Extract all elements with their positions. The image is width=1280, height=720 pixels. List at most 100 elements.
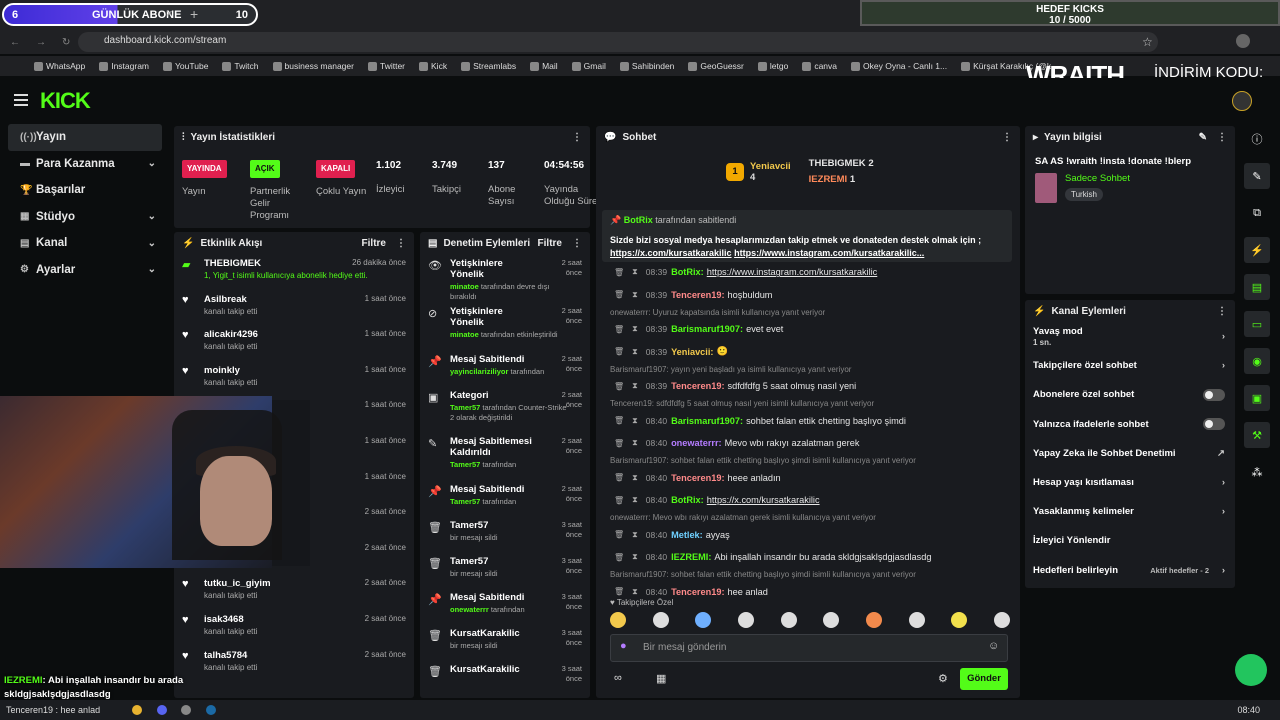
action-item[interactable]: Aktif hedefler - 2 Hedefleri belirleyin › xyxy=(1025,556,1235,585)
chat-username[interactable]: IEZREMI: xyxy=(671,552,711,562)
bolt-icon[interactable]: ⚡ xyxy=(1244,237,1270,263)
timeout-icon[interactable]: ⧗ xyxy=(632,347,638,357)
bookmark-item[interactable]: WhatsApp xyxy=(34,61,85,71)
app-icon[interactable] xyxy=(181,705,191,715)
mod-filter-button[interactable]: Filtre xyxy=(538,238,562,249)
feed-filter-button[interactable]: Filtre xyxy=(362,238,386,249)
chat-username[interactable]: BotRix: xyxy=(671,267,704,277)
user-avatar[interactable] xyxy=(1232,91,1252,111)
mod-by[interactable]: minatoe xyxy=(450,330,479,339)
clipboard-icon[interactable]: ▤ xyxy=(1244,274,1270,300)
chat-username[interactable]: Barismaruf1907: xyxy=(671,324,743,334)
timeout-icon[interactable]: ⧗ xyxy=(632,495,638,505)
action-item[interactable]: İzleyici Yönlendir xyxy=(1025,526,1235,555)
profile-avatar[interactable] xyxy=(1236,34,1250,48)
emote-icon[interactable] xyxy=(865,612,882,628)
timeout-icon[interactable]: ⧗ xyxy=(632,267,638,277)
more-icon[interactable]: ⋮ xyxy=(396,238,406,249)
tab-close-icon[interactable]: × xyxy=(166,8,172,20)
timeout-icon[interactable]: ⧗ xyxy=(632,473,638,483)
bookmark-item[interactable]: business manager xyxy=(272,61,354,71)
chat-username[interactable]: Tenceren19: xyxy=(671,587,724,597)
timeout-icon[interactable]: ⧗ xyxy=(632,381,638,391)
wrench-icon[interactable]: ⚒ xyxy=(1244,422,1270,448)
layout-icon[interactable]: ▣ xyxy=(1244,385,1270,411)
chat-username[interactable]: onewaterrr: xyxy=(671,438,722,448)
timeout-icon[interactable]: ⧗ xyxy=(632,587,638,597)
pinned-link-insta[interactable]: https://www.instagram.com/kursatkarakili… xyxy=(734,248,924,258)
kick-logo[interactable]: KICK xyxy=(40,88,91,114)
emote-icon[interactable] xyxy=(695,612,712,628)
timeout-icon[interactable]: ⧗ xyxy=(632,290,638,300)
emote-icon[interactable] xyxy=(780,612,797,628)
chat-username[interactable]: Tenceren19: xyxy=(671,290,724,300)
action-item[interactable]: Abonelere özel sohbet xyxy=(1025,380,1235,409)
sidebar-item-4[interactable]: ▦ Stüdyo ⌄ xyxy=(8,204,162,231)
mod-by[interactable]: Tamer57 xyxy=(450,403,480,412)
mic-icon[interactable]: ● xyxy=(620,640,627,652)
feed-user[interactable]: alicakir4296 xyxy=(204,325,258,340)
delete-icon[interactable]: 🗑 xyxy=(614,496,624,505)
send-button[interactable]: Gönder xyxy=(960,668,1008,690)
edit-icon[interactable]: ✎ xyxy=(1244,163,1270,189)
action-item[interactable]: Yalnızca ifadelerle sohbet xyxy=(1025,410,1235,439)
chat-username[interactable]: Barismaruf1907: xyxy=(671,416,743,426)
sidebar-item-2[interactable]: ▬ Para Kazanma ⌄ xyxy=(8,151,162,178)
feed-user[interactable]: Asilbreak xyxy=(204,290,257,305)
share-icon[interactable]: ⁂ xyxy=(1244,459,1270,485)
chat-username[interactable]: BotRix: xyxy=(671,495,704,505)
delete-icon[interactable]: 🗑 xyxy=(614,473,624,482)
emote-icon[interactable] xyxy=(737,612,754,628)
action-item[interactable]: Yasaklanmış kelimeler › xyxy=(1025,497,1235,526)
timeout-icon[interactable]: ⧗ xyxy=(632,552,638,562)
delete-icon[interactable]: 🗑 xyxy=(614,416,624,425)
feed-user[interactable]: THEBIGMEK xyxy=(204,254,368,269)
feed-user[interactable]: moinkly xyxy=(204,361,257,376)
more-icon[interactable]: ⋮ xyxy=(1217,306,1227,317)
broadcast-icon[interactable]: ◉ xyxy=(1244,348,1270,374)
delete-icon[interactable]: 🗑 xyxy=(614,530,624,539)
chat-username[interactable]: Metlek: xyxy=(671,530,703,540)
bookmark-item[interactable]: Twitter xyxy=(367,61,405,71)
chat-icon[interactable]: ▭ xyxy=(1244,311,1270,337)
back-icon[interactable]: ← xyxy=(10,37,20,48)
emote-icon[interactable] xyxy=(652,612,669,628)
loop-icon[interactable]: ∞ xyxy=(614,672,622,684)
bookmark-item[interactable]: Kick xyxy=(419,61,447,71)
bookmark-item[interactable]: letgo xyxy=(757,61,788,71)
action-item[interactable]: Hesap yaşı kısıtlaması › xyxy=(1025,468,1235,497)
mod-by[interactable]: yayincilariziliyor xyxy=(450,367,508,376)
mod-by[interactable]: minatoe xyxy=(450,282,479,291)
delete-icon[interactable]: 🗑 xyxy=(614,382,624,391)
toggle-switch[interactable] xyxy=(1203,418,1225,431)
action-item[interactable]: Takipçilere özel sohbet › xyxy=(1025,351,1235,380)
delete-icon[interactable]: 🗑 xyxy=(614,290,624,299)
bookmark-item[interactable]: Instagram xyxy=(99,61,149,71)
emoji-icon[interactable]: ☺ xyxy=(988,640,999,652)
chat-username[interactable]: Yeniavcii: xyxy=(671,347,713,357)
delete-icon[interactable]: 🗑 xyxy=(614,587,624,596)
timeout-icon[interactable]: ⧗ xyxy=(632,438,638,448)
chat-username[interactable]: Tenceren19: xyxy=(671,381,724,391)
url-field[interactable]: dashboard.kick.com/stream xyxy=(78,32,1158,52)
timeout-icon[interactable]: ⧗ xyxy=(632,416,638,426)
chat-username[interactable]: Tenceren19: xyxy=(671,473,724,483)
category-thumbnail[interactable] xyxy=(1035,173,1057,203)
bookmark-star-icon[interactable]: ☆ xyxy=(1142,35,1153,49)
mod-by[interactable]: onewaterrr xyxy=(450,605,489,614)
gear-icon[interactable]: ⚙ xyxy=(938,672,948,685)
bookmark-item[interactable]: Okey Oyna - Canlı 1... xyxy=(851,61,947,71)
store-icon[interactable]: ▦ xyxy=(656,672,666,685)
emote-icon[interactable] xyxy=(610,612,626,628)
bookmark-item[interactable]: YouTube xyxy=(163,61,208,71)
mod-by[interactable]: Tamer57 xyxy=(450,460,480,469)
sidebar-item-6[interactable]: ⚙ Ayarlar ⌄ xyxy=(8,257,162,284)
delete-icon[interactable]: 🗑 xyxy=(614,268,624,277)
bookmark-item[interactable]: GeoGuessr xyxy=(688,61,744,71)
action-item[interactable]: Yapay Zeka ile Sohbet Denetimi ↗ xyxy=(1025,439,1235,468)
more-icon[interactable]: ⋮ xyxy=(572,238,582,249)
bookmark-item[interactable]: Mail xyxy=(530,61,558,71)
mod-by[interactable]: Tamer57 xyxy=(450,497,480,506)
sidebar-item-5[interactable]: ▤ Kanal ⌄ xyxy=(8,230,162,257)
chat-input[interactable]: Bir mesaj gönderin xyxy=(610,634,1008,662)
